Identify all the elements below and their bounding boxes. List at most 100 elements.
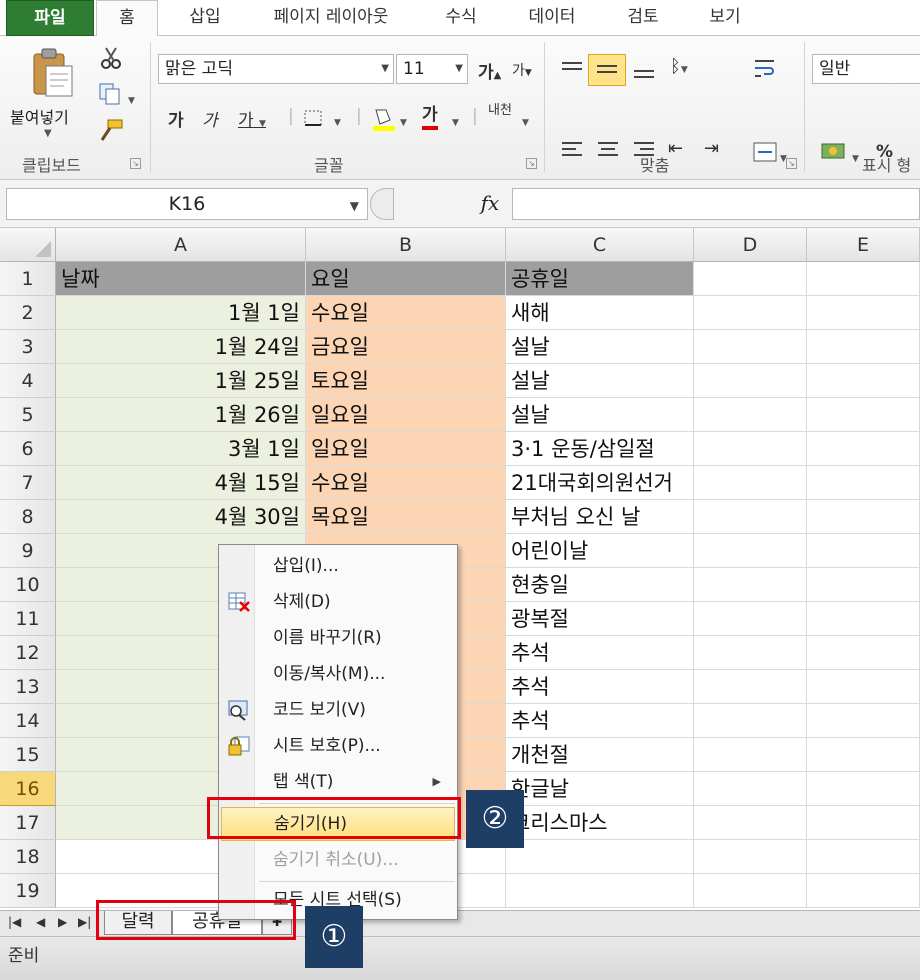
cell-empty[interactable] bbox=[694, 806, 807, 840]
formula-input[interactable] bbox=[512, 188, 920, 220]
orientation-icon[interactable]: ᛒ▼ bbox=[670, 56, 688, 77]
cell-holiday[interactable]: 추석 bbox=[506, 704, 694, 738]
format-painter-icon[interactable] bbox=[98, 118, 124, 142]
cell-holiday[interactable]: 한글날 bbox=[506, 772, 694, 806]
cell-empty[interactable] bbox=[807, 840, 920, 874]
cell-empty[interactable] bbox=[807, 704, 920, 738]
cell-empty[interactable] bbox=[694, 704, 807, 738]
align-bottom-button[interactable] bbox=[632, 58, 658, 82]
menu-item-view-code[interactable]: 코드 보기(V) bbox=[221, 693, 455, 727]
row-header[interactable]: 17 bbox=[0, 806, 56, 840]
last-sheet-icon[interactable]: ▶| bbox=[78, 915, 91, 929]
cell-empty[interactable] bbox=[807, 670, 920, 704]
cell-holiday[interactable]: 3·1 운동/삼일절 bbox=[506, 432, 694, 466]
alignment-launcher-icon[interactable]: ↘ bbox=[786, 158, 797, 169]
tab-insert[interactable]: 삽입 bbox=[180, 0, 230, 36]
tab-view[interactable]: 보기 bbox=[700, 0, 750, 36]
cell-empty[interactable] bbox=[807, 330, 920, 364]
cell-empty[interactable] bbox=[694, 296, 807, 330]
cell-holiday[interactable] bbox=[506, 840, 694, 874]
border-dropdown-caret[interactable]: ▼ bbox=[334, 110, 341, 130]
cell-holiday[interactable]: 설날 bbox=[506, 398, 694, 432]
row-header[interactable]: 7 bbox=[0, 466, 56, 500]
cell-holiday[interactable]: 개천절 bbox=[506, 738, 694, 772]
menu-item-insert[interactable]: 삽입(I)... bbox=[221, 549, 455, 583]
cell-holiday[interactable]: 추석 bbox=[506, 636, 694, 670]
cell-empty[interactable] bbox=[807, 874, 920, 908]
cell-holiday[interactable]: 현충일 bbox=[506, 568, 694, 602]
header-cell[interactable] bbox=[807, 262, 920, 296]
column-header-b[interactable]: B bbox=[306, 228, 506, 262]
column-header-d[interactable]: D bbox=[694, 228, 807, 262]
name-box[interactable]: K16 ▼ bbox=[6, 188, 368, 220]
cell-empty[interactable] bbox=[807, 500, 920, 534]
cell-empty[interactable] bbox=[694, 398, 807, 432]
italic-button[interactable]: 가 bbox=[202, 106, 218, 131]
cell-weekday[interactable]: 수요일 bbox=[306, 296, 506, 330]
cell-empty[interactable] bbox=[694, 534, 807, 568]
cell-empty[interactable] bbox=[694, 772, 807, 806]
number-format-select[interactable]: 일반 bbox=[812, 54, 920, 84]
cell-empty[interactable] bbox=[807, 398, 920, 432]
merge-center-icon[interactable] bbox=[752, 140, 778, 164]
cell-weekday[interactable]: 수요일 bbox=[306, 466, 506, 500]
row-header[interactable]: 12 bbox=[0, 636, 56, 670]
shrink-font-button[interactable]: 가▼ bbox=[512, 60, 532, 80]
underline-button[interactable]: 가 ▼ bbox=[238, 106, 266, 131]
header-cell[interactable]: 요일 bbox=[306, 262, 506, 296]
row-header[interactable]: 16 bbox=[0, 772, 56, 806]
menu-item-tab-color[interactable]: 탭 색(T) ▶ bbox=[221, 765, 455, 799]
cell-empty[interactable] bbox=[694, 330, 807, 364]
cell-empty[interactable] bbox=[694, 636, 807, 670]
align-center-button[interactable] bbox=[596, 142, 622, 166]
cell-date[interactable]: 4월 15일 bbox=[56, 466, 306, 500]
tab-data[interactable]: 데이터 bbox=[520, 0, 584, 36]
wrap-text-icon[interactable] bbox=[752, 56, 778, 82]
copy-icon[interactable] bbox=[98, 82, 124, 106]
cell-holiday[interactable]: 어린이날 bbox=[506, 534, 694, 568]
prev-sheet-icon[interactable]: ◀ bbox=[36, 915, 45, 929]
cell-empty[interactable] bbox=[694, 840, 807, 874]
menu-item-protect-sheet[interactable]: 시트 보호(P)... bbox=[221, 729, 455, 763]
row-header[interactable]: 14 bbox=[0, 704, 56, 738]
cell-empty[interactable] bbox=[807, 364, 920, 398]
copy-dropdown-caret[interactable]: ▼ bbox=[128, 88, 135, 108]
cell-empty[interactable] bbox=[807, 296, 920, 330]
phonetic-dropdown-caret[interactable]: ▼ bbox=[522, 110, 529, 130]
next-sheet-icon[interactable]: ▶ bbox=[58, 915, 67, 929]
cell-holiday[interactable]: 크리스마스 bbox=[506, 806, 694, 840]
align-left-button[interactable] bbox=[560, 142, 586, 166]
align-top-button[interactable] bbox=[560, 58, 586, 82]
cell-weekday[interactable]: 토요일 bbox=[306, 364, 506, 398]
cell-empty[interactable] bbox=[694, 568, 807, 602]
font-color-button[interactable]: 가 bbox=[422, 104, 438, 130]
row-header[interactable]: 9 bbox=[0, 534, 56, 568]
row-header[interactable]: 1 bbox=[0, 262, 56, 296]
cell-holiday[interactable]: 추석 bbox=[506, 670, 694, 704]
bold-button[interactable]: 가 bbox=[168, 106, 184, 131]
row-header[interactable]: 4 bbox=[0, 364, 56, 398]
cell-holiday[interactable]: 설날 bbox=[506, 330, 694, 364]
tab-formulas[interactable]: 수식 bbox=[436, 0, 486, 36]
cell-date[interactable]: 1월 24일 bbox=[56, 330, 306, 364]
cell-date[interactable]: 1월 25일 bbox=[56, 364, 306, 398]
font-launcher-icon[interactable]: ↘ bbox=[526, 158, 537, 169]
cut-icon[interactable] bbox=[98, 46, 124, 70]
increase-indent-icon[interactable]: ⇥ bbox=[704, 138, 719, 159]
select-all-button[interactable] bbox=[0, 228, 56, 262]
row-header[interactable]: 6 bbox=[0, 432, 56, 466]
row-header[interactable]: 15 bbox=[0, 738, 56, 772]
cell-empty[interactable] bbox=[694, 500, 807, 534]
cell-date[interactable]: 4월 30일 bbox=[56, 500, 306, 534]
cell-holiday[interactable] bbox=[506, 874, 694, 908]
cell-date[interactable]: 1월 1일 bbox=[56, 296, 306, 330]
tab-review[interactable]: 검토 bbox=[618, 0, 668, 36]
tab-file[interactable]: 파일 bbox=[6, 0, 94, 36]
cell-empty[interactable] bbox=[694, 602, 807, 636]
cell-empty[interactable] bbox=[807, 772, 920, 806]
cell-empty[interactable] bbox=[694, 364, 807, 398]
cell-weekday[interactable]: 목요일 bbox=[306, 500, 506, 534]
phonetic-guide-button[interactable]: 내천 bbox=[488, 104, 514, 118]
font-size-select[interactable]: 11 ▼ bbox=[396, 54, 468, 84]
row-header[interactable]: 13 bbox=[0, 670, 56, 704]
